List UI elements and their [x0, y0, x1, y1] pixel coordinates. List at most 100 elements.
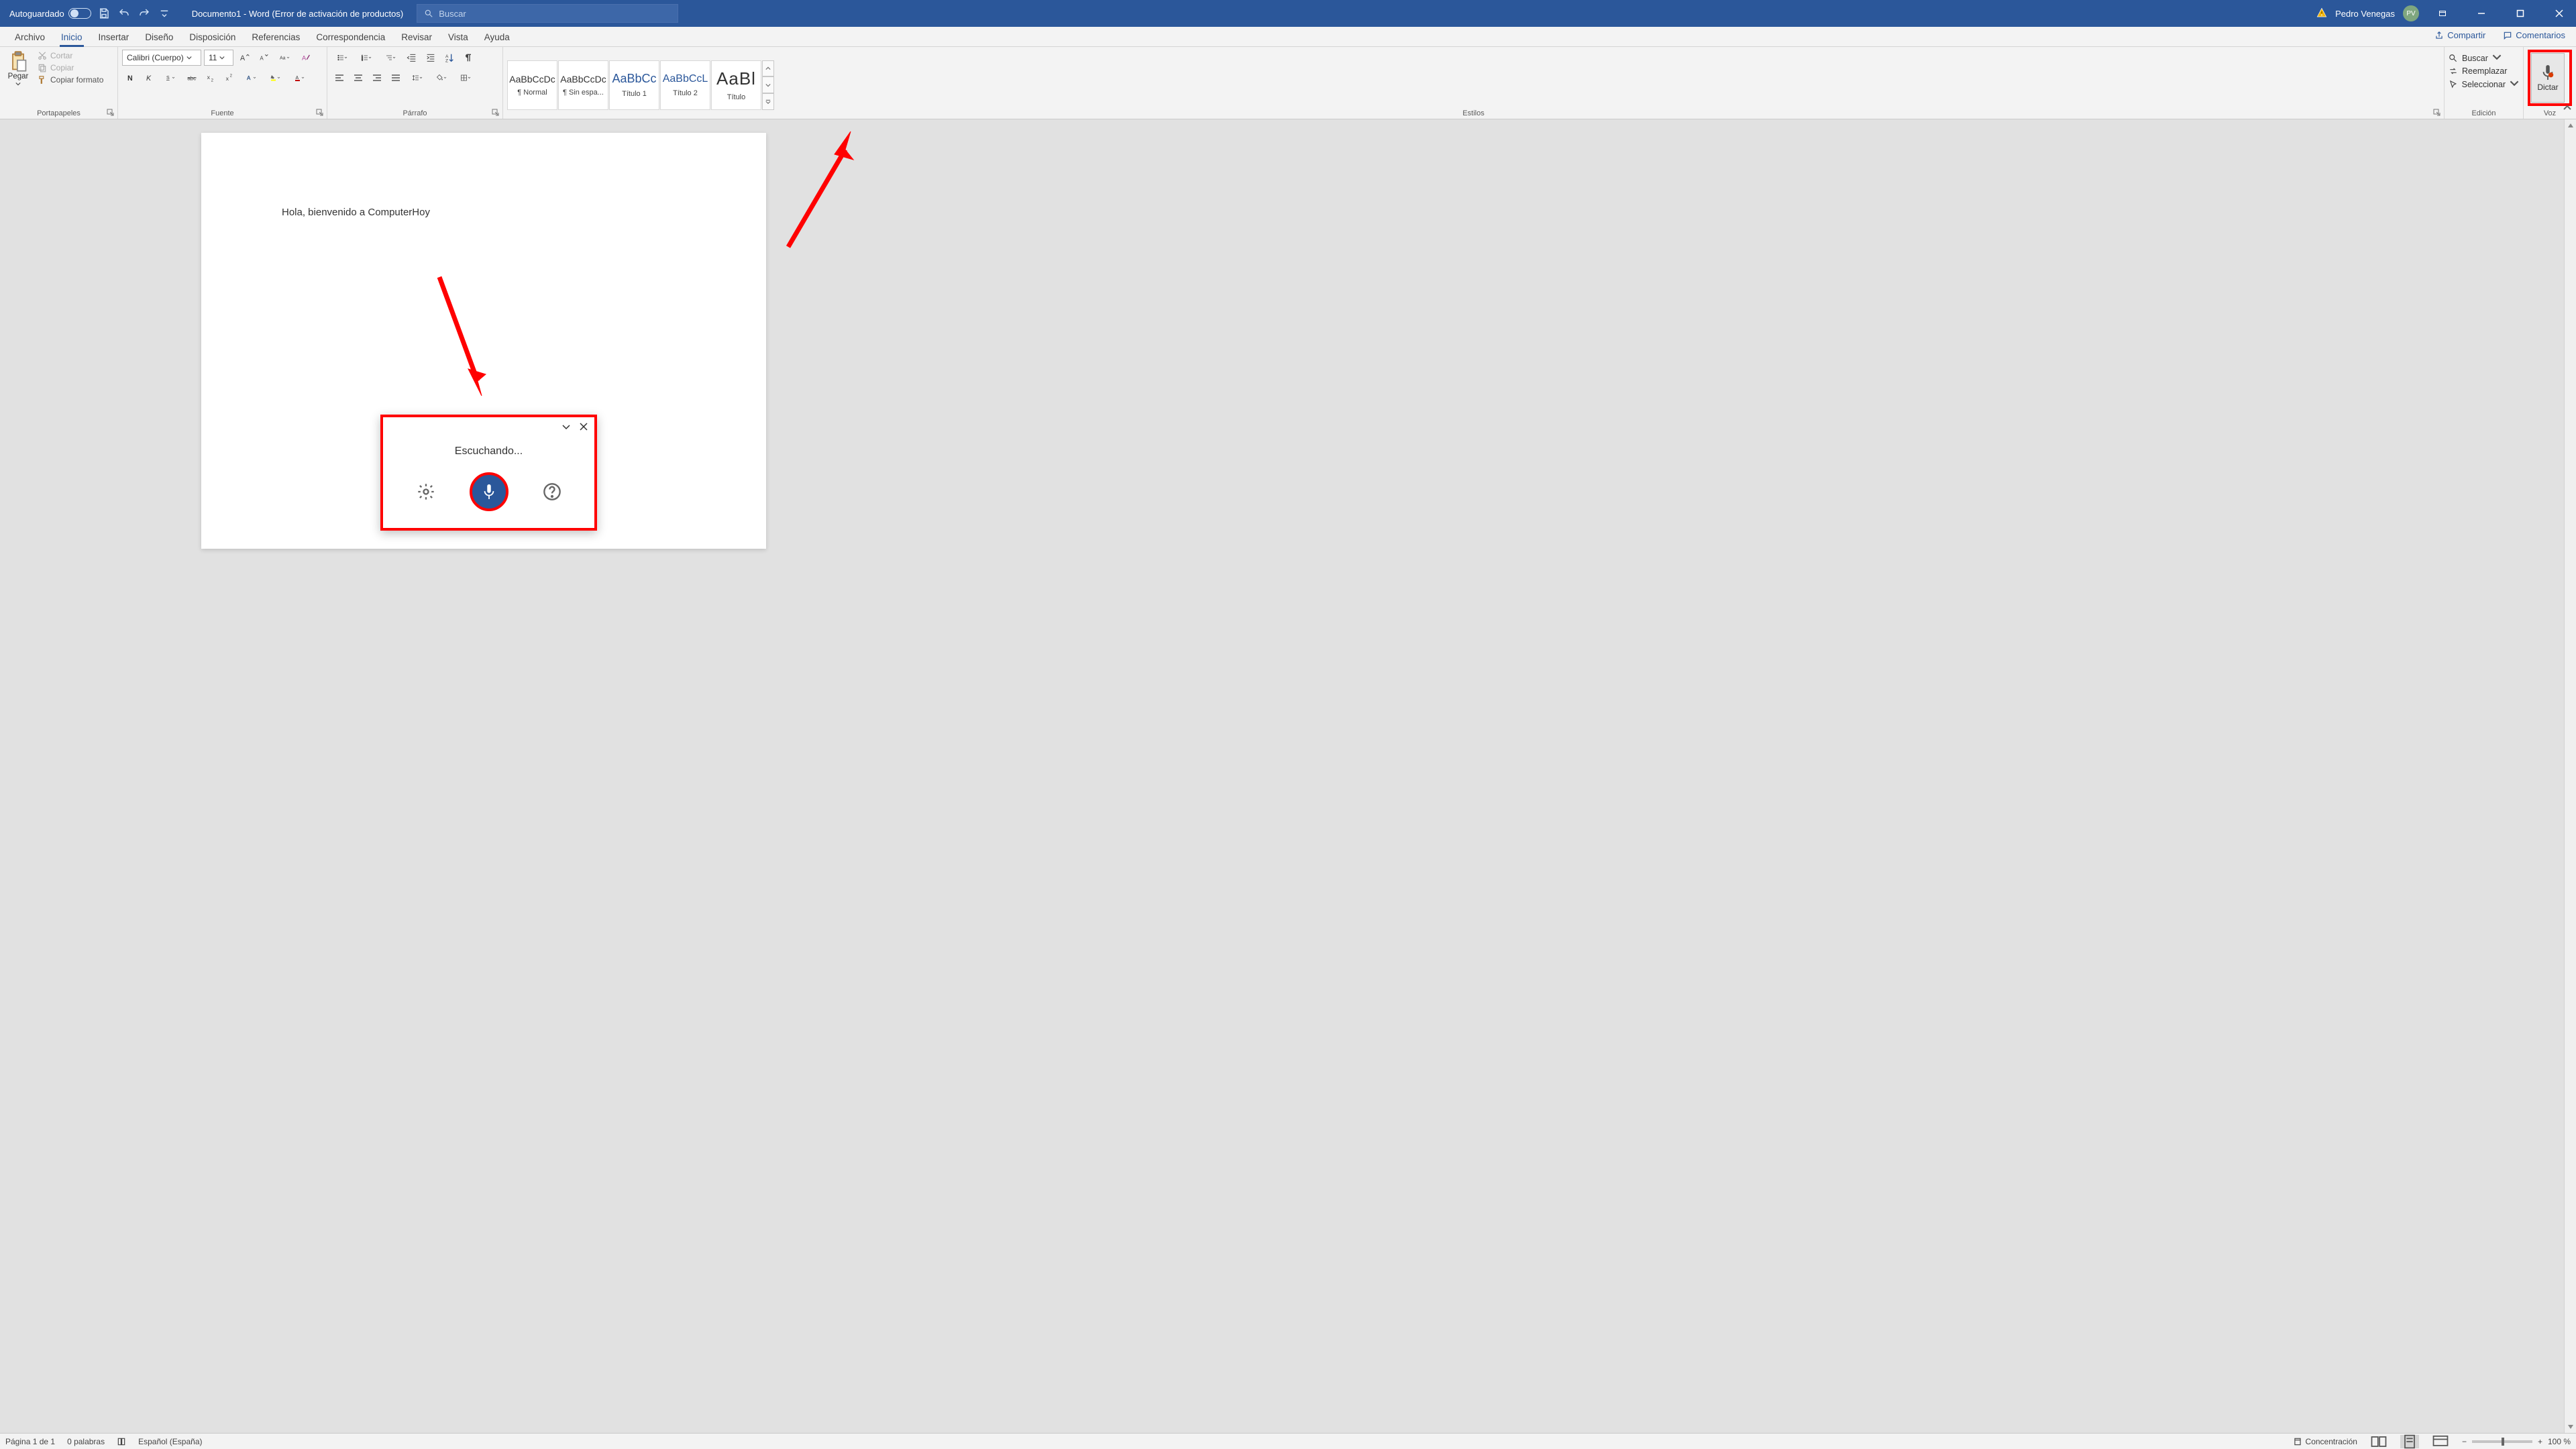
view-read-button[interactable]: [2369, 1435, 2388, 1448]
tab-insertar[interactable]: Insertar: [91, 29, 138, 46]
multilevel-list-button[interactable]: [380, 50, 401, 66]
italic-button[interactable]: K: [141, 70, 157, 86]
bullets-button[interactable]: [331, 50, 353, 66]
dictation-settings-button[interactable]: [417, 482, 435, 501]
shrink-font-button[interactable]: A: [255, 50, 271, 66]
vertical-scrollbar[interactable]: [2564, 119, 2576, 1433]
replace-button[interactable]: Reemplazar: [2449, 66, 2519, 76]
redo-icon[interactable]: [137, 6, 152, 21]
gallery-more-icon[interactable]: [762, 93, 774, 110]
view-print-button[interactable]: [2400, 1435, 2419, 1448]
bold-button[interactable]: N: [122, 70, 138, 86]
sort-button[interactable]: AZ: [441, 50, 458, 66]
view-web-button[interactable]: [2431, 1435, 2450, 1448]
highlight-button[interactable]: [264, 70, 286, 86]
gallery-up-icon[interactable]: [762, 60, 774, 77]
tab-disposicion[interactable]: Disposición: [181, 29, 244, 46]
justify-button[interactable]: [388, 70, 404, 86]
zoom-level[interactable]: 100 %: [2548, 1437, 2571, 1446]
dictation-panel: Escuchando...: [380, 415, 597, 531]
align-center-button[interactable]: [350, 70, 366, 86]
undo-icon[interactable]: [117, 6, 131, 21]
align-left-button[interactable]: [331, 70, 347, 86]
change-case-button[interactable]: Aa: [274, 50, 295, 66]
tab-vista[interactable]: Vista: [440, 29, 476, 46]
underline-button[interactable]: S: [160, 70, 181, 86]
font-color-button[interactable]: A: [288, 70, 310, 86]
dictation-help-button[interactable]: [543, 482, 561, 501]
svg-text:N: N: [127, 74, 133, 83]
subscript-button[interactable]: x2: [203, 70, 219, 86]
search-input[interactable]: Buscar: [417, 4, 678, 23]
status-language[interactable]: Español (España): [138, 1437, 202, 1446]
cut-button[interactable]: Cortar: [38, 51, 103, 60]
dictation-mic-button[interactable]: [470, 472, 508, 511]
copy-button[interactable]: Copiar: [38, 63, 103, 72]
strikethrough-button[interactable]: abc: [184, 70, 200, 86]
style-titulo[interactable]: AaBlTítulo: [711, 60, 761, 110]
paragraph-dialog-launcher[interactable]: [492, 108, 500, 116]
style-titulo2[interactable]: AaBbCcLTítulo 2: [660, 60, 710, 110]
close-button[interactable]: [2544, 0, 2575, 27]
tab-revisar[interactable]: Revisar: [393, 29, 440, 46]
scroll-down-icon[interactable]: [2565, 1421, 2576, 1433]
avatar[interactable]: PV: [2403, 5, 2419, 21]
copy-icon: [38, 63, 47, 72]
svg-text:x: x: [226, 75, 229, 82]
minimize-button[interactable]: [2466, 0, 2497, 27]
gallery-down-icon[interactable]: [762, 76, 774, 93]
tab-archivo[interactable]: Archivo: [7, 29, 53, 46]
decrease-indent-button[interactable]: [404, 50, 420, 66]
line-spacing-button[interactable]: [407, 70, 428, 86]
font-dialog-launcher[interactable]: [316, 108, 324, 116]
collapse-ribbon-button[interactable]: [2563, 103, 2572, 116]
tab-referencias[interactable]: Referencias: [244, 29, 308, 46]
status-spellcheck[interactable]: [117, 1437, 126, 1446]
shading-button[interactable]: [431, 70, 452, 86]
zoom-out-button[interactable]: −: [2462, 1437, 2467, 1446]
tab-diseno[interactable]: Diseño: [137, 29, 181, 46]
format-painter-button[interactable]: Copiar formato: [38, 75, 103, 85]
font-size-combo[interactable]: 11: [204, 50, 233, 66]
share-button[interactable]: Compartir: [2430, 29, 2489, 42]
save-icon[interactable]: [97, 6, 111, 21]
styles-dialog-launcher[interactable]: [2433, 108, 2441, 116]
zoom-slider[interactable]: [2472, 1440, 2532, 1443]
status-page[interactable]: Página 1 de 1: [5, 1437, 55, 1446]
find-button[interactable]: Buscar: [2449, 52, 2519, 64]
scroll-up-icon[interactable]: [2565, 119, 2576, 131]
status-wordcount[interactable]: 0 palabras: [67, 1437, 105, 1446]
style-titulo1[interactable]: AaBbCcTítulo 1: [609, 60, 659, 110]
tab-correspondencia[interactable]: Correspondencia: [308, 29, 393, 46]
maximize-button[interactable]: [2505, 0, 2536, 27]
grow-font-button[interactable]: A: [236, 50, 252, 66]
focus-mode-button[interactable]: Concentración: [2293, 1437, 2357, 1446]
warning-icon: [2316, 7, 2327, 20]
ribbon-display-icon[interactable]: [2427, 0, 2458, 27]
superscript-button[interactable]: x2: [221, 70, 237, 86]
tab-ayuda[interactable]: Ayuda: [476, 29, 518, 46]
user-name[interactable]: Pedro Venegas: [2335, 9, 2395, 19]
chevron-down-icon[interactable]: [562, 423, 570, 431]
align-right-button[interactable]: [369, 70, 385, 86]
paste-button[interactable]: Pegar: [4, 50, 32, 89]
close-icon[interactable]: [580, 423, 588, 431]
clipboard-dialog-launcher[interactable]: [107, 108, 115, 116]
text-effects-button[interactable]: A: [240, 70, 262, 86]
style-noespaciado[interactable]: AaBbCcDc¶ Sin espa...: [558, 60, 608, 110]
zoom-in-button[interactable]: +: [2538, 1437, 2542, 1446]
show-marks-button[interactable]: [460, 50, 476, 66]
clear-formatting-button[interactable]: A: [298, 50, 314, 66]
font-family-combo[interactable]: Calibri (Cuerpo): [122, 50, 201, 66]
comments-button[interactable]: Comentarios: [2499, 29, 2569, 42]
tab-inicio[interactable]: Inicio: [53, 29, 91, 46]
select-button[interactable]: Seleccionar: [2449, 78, 2519, 90]
increase-indent-button[interactable]: [423, 50, 439, 66]
autosave-toggle[interactable]: Autoguardado: [9, 8, 91, 19]
dictate-button[interactable]: Dictar: [2531, 53, 2565, 103]
styles-gallery-scroll[interactable]: [762, 60, 774, 110]
qat-customize-icon[interactable]: [157, 6, 172, 21]
numbering-button[interactable]: 123: [356, 50, 377, 66]
borders-button[interactable]: [455, 70, 476, 86]
style-normal[interactable]: AaBbCcDc¶ Normal: [507, 60, 557, 110]
